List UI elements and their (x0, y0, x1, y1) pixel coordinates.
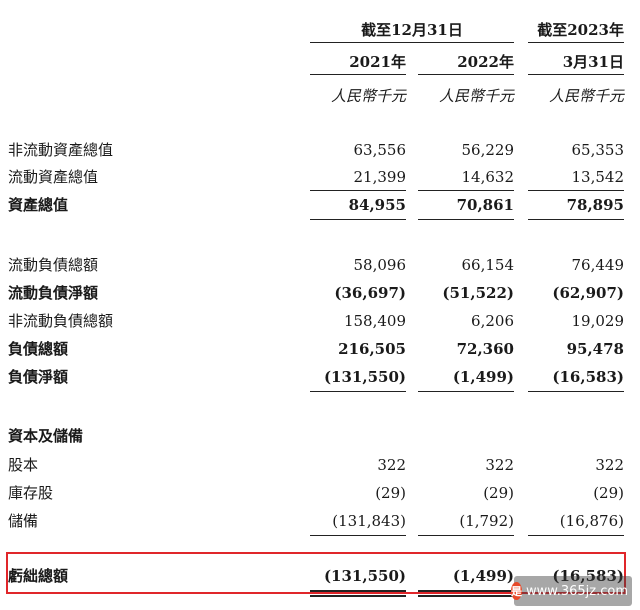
header-rule-mar31 (528, 42, 624, 43)
cell-total-deficit-2021: (131,550) (323, 567, 406, 585)
cell-treasury-shares-2022: (29) (483, 484, 514, 502)
cell-treasury-shares-2021: (29) (375, 484, 406, 502)
cell-net-current-liabilities-2021: (36,697) (334, 284, 406, 302)
row-label-treasury-shares: 庫存股 (8, 484, 54, 502)
cell-non-current-liabilities-2021: 158,409 (343, 312, 406, 330)
row-label-total-liabilities: 負債總額 (8, 340, 69, 358)
double-rule-bottom-col1 (310, 595, 406, 597)
header-rule-col1 (310, 74, 406, 75)
financial-summary-table: 截至12月31日 截至2023年 2021年 2022年 3月31日 人民幣千元… (0, 0, 640, 610)
header-rule-dec31 (310, 42, 514, 43)
rule-net-liabilities-col1 (310, 391, 406, 392)
unit-col1: 人民幣千元 (330, 87, 406, 105)
cell-net-liabilities-2023q1: (16,583) (552, 368, 624, 386)
rule-net-liabilities-col2 (418, 391, 514, 392)
row-label-reserves: 儲備 (8, 512, 39, 530)
cell-share-capital-2023q1: 322 (595, 456, 624, 474)
watermark-text: www.365jz.com (526, 583, 628, 599)
cell-net-current-liabilities-2023q1: (62,907) (552, 284, 624, 302)
rule-subtotal-assets-col1 (310, 190, 406, 191)
rule-subtotal-assets-col3 (528, 190, 624, 191)
header-col1-year: 2021年 (349, 53, 406, 71)
row-label-current-liabilities: 流動負債總額 (8, 256, 99, 274)
cell-non-current-liabilities-2022: 6,206 (471, 312, 514, 330)
double-rule-top-col1 (310, 590, 406, 592)
row-label-non-current-liabilities: 非流動負債總額 (8, 312, 114, 330)
header-rule-col3 (528, 74, 624, 75)
double-rule-bottom-col2 (418, 595, 514, 597)
section-heading-capital-reserves: 資本及儲備 (8, 427, 84, 445)
cell-current-liabilities-2021: 58,096 (353, 256, 407, 274)
cell-treasury-shares-2023q1: (29) (593, 484, 624, 502)
cell-non-current-assets-2023q1: 65,353 (571, 141, 625, 159)
header-col2-year: 2022年 (457, 53, 514, 71)
cell-reserves-2022: (1,792) (459, 512, 514, 530)
header-rule-col2 (418, 74, 514, 75)
cell-reserves-2023q1: (16,876) (559, 512, 624, 530)
unit-col2: 人民幣千元 (438, 87, 514, 105)
cell-share-capital-2021: 322 (377, 456, 406, 474)
cell-total-liabilities-2021: 216,505 (338, 340, 406, 358)
double-rule-top-col2 (418, 590, 514, 592)
cell-net-current-liabilities-2022: (51,522) (442, 284, 514, 302)
unit-col3: 人民幣千元 (548, 87, 624, 105)
row-label-total-assets: 資產總值 (8, 196, 69, 214)
cell-total-liabilities-2023q1: 95,478 (566, 340, 624, 358)
rule-reserves-col3 (528, 535, 624, 536)
cell-current-assets-2023q1: 13,542 (571, 168, 625, 186)
watermark-logo-icon: 是 (511, 582, 523, 600)
cell-net-liabilities-2022: (1,499) (452, 368, 514, 386)
site-watermark: 是 www.365jz.com (511, 576, 632, 606)
header-col3-date: 3月31日 (562, 53, 624, 71)
row-label-current-assets: 流動資產總值 (8, 168, 99, 186)
rule-subtotal-assets-col2 (418, 190, 514, 191)
cell-non-current-assets-2022: 56,229 (461, 141, 515, 159)
rule-total-assets-col1 (310, 219, 406, 220)
rule-net-liabilities-col3 (528, 391, 624, 392)
cell-total-assets-2023q1: 78,895 (566, 196, 624, 214)
rule-total-assets-col3 (528, 219, 624, 220)
cell-total-assets-2022: 70,861 (456, 196, 514, 214)
cell-non-current-assets-2021: 63,556 (353, 141, 407, 159)
row-label-net-current-liabilities: 流動負債淨額 (8, 284, 99, 302)
row-label-non-current-assets: 非流動資產總值 (8, 141, 114, 159)
row-label-total-deficit: 虧絀總額 (8, 567, 69, 585)
cell-total-deficit-2022: (1,499) (452, 567, 514, 585)
cell-current-assets-2022: 14,632 (461, 168, 515, 186)
cell-share-capital-2022: 322 (485, 456, 514, 474)
cell-non-current-liabilities-2023q1: 19,029 (571, 312, 625, 330)
header-period-mar31-top: 截至2023年 (537, 21, 624, 39)
cell-current-assets-2021: 21,399 (353, 168, 407, 186)
cell-total-liabilities-2022: 72,360 (456, 340, 514, 358)
row-label-share-capital: 股本 (8, 456, 39, 474)
cell-current-liabilities-2023q1: 76,449 (571, 256, 625, 274)
cell-total-assets-2021: 84,955 (348, 196, 406, 214)
cell-current-liabilities-2022: 66,154 (461, 256, 515, 274)
header-period-dec31: 截至12月31日 (361, 21, 463, 39)
rule-total-assets-col2 (418, 219, 514, 220)
row-label-net-liabilities: 負債淨額 (8, 368, 69, 386)
cell-net-liabilities-2021: (131,550) (323, 368, 406, 386)
cell-reserves-2021: (131,843) (332, 512, 406, 530)
rule-reserves-col1 (310, 535, 406, 536)
rule-reserves-col2 (418, 535, 514, 536)
